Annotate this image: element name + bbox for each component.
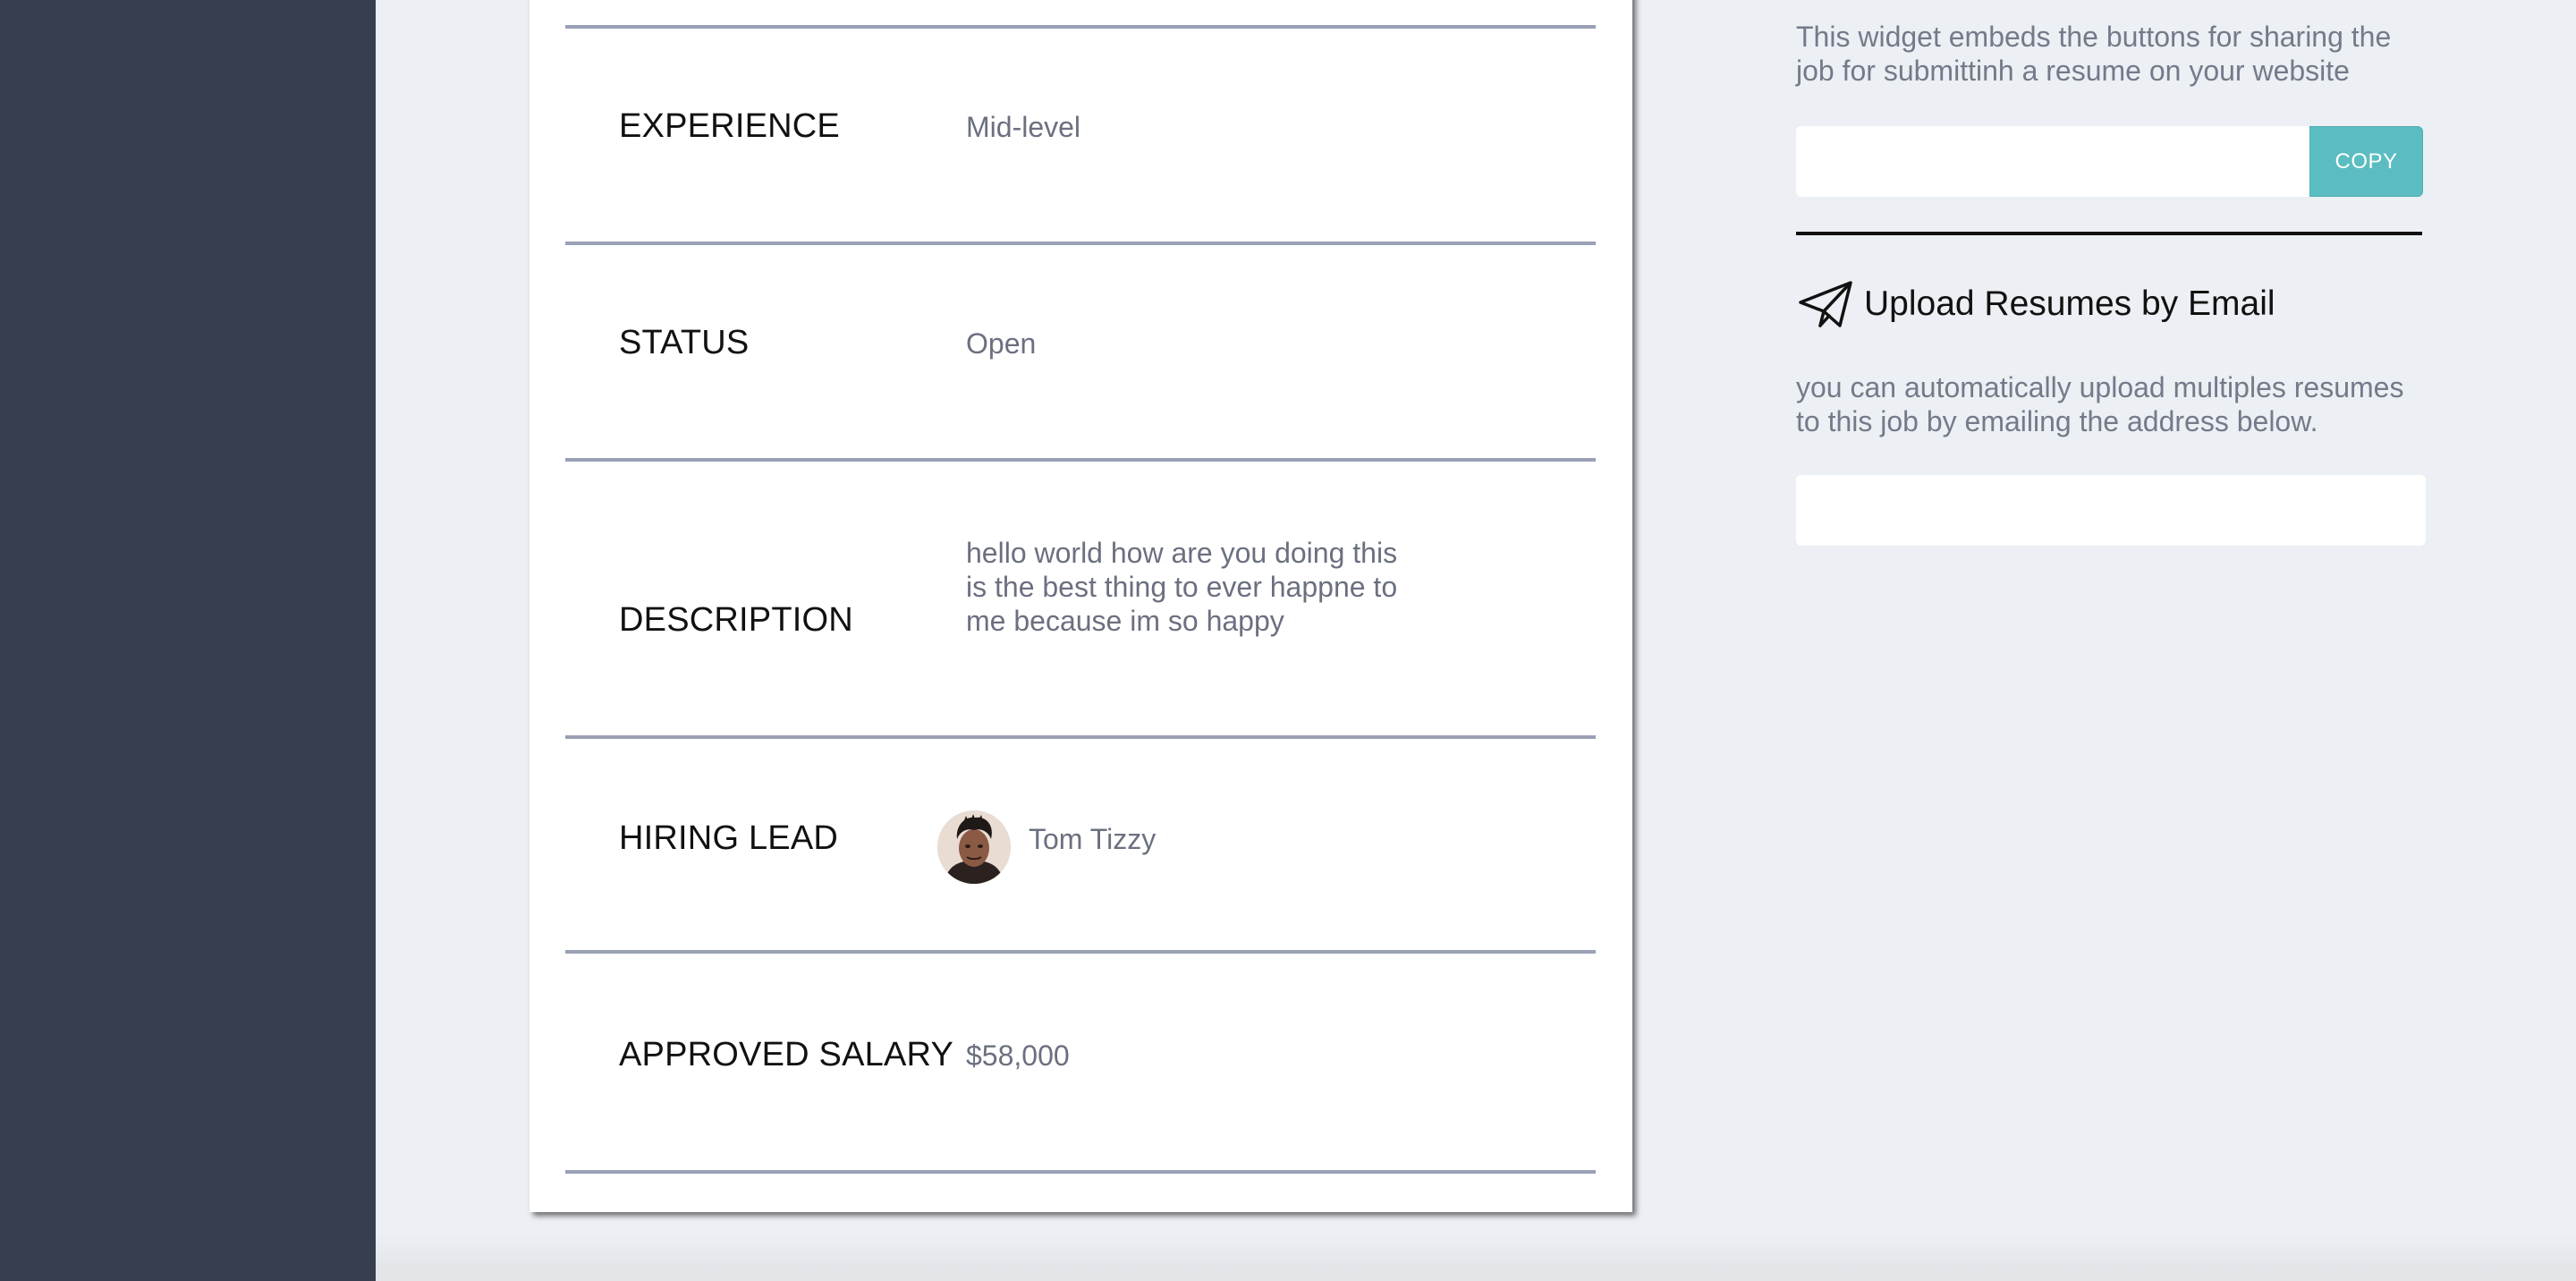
description-value: hello world how are you doing this is th… <box>966 537 1398 637</box>
hiring-lead-avatar[interactable] <box>937 810 1011 884</box>
approved-salary-label: APPROVED SALARY <box>619 1036 954 1073</box>
experience-value: Mid-level <box>966 111 1081 143</box>
section-divider <box>1796 232 2422 235</box>
hiring-lead-name[interactable]: Tom Tizzy <box>1029 823 1156 856</box>
row-divider <box>565 735 1596 739</box>
upload-email-address-field[interactable] <box>1796 475 2426 546</box>
bottom-scroll-fade <box>376 1234 2576 1281</box>
row-divider <box>565 25 1596 29</box>
copy-button[interactable]: COPY <box>2309 126 2423 197</box>
approved-salary-value: $58,000 <box>966 1039 1070 1072</box>
status-value: Open <box>966 327 1037 360</box>
row-divider <box>565 242 1596 245</box>
job-details-card: EXPERIENCE Mid-level STATUS Open DESCRIP… <box>530 0 1632 1212</box>
share-widget-description: This widget embeds the buttons for shari… <box>1796 21 2392 87</box>
row-divider <box>565 1170 1596 1174</box>
row-divider <box>565 458 1596 462</box>
paper-plane-icon <box>1796 279 1855 329</box>
hiring-lead-label: HIRING LEAD <box>619 819 839 857</box>
upload-by-email-description: you can automatically upload multiples r… <box>1796 371 2404 437</box>
experience-label: EXPERIENCE <box>619 107 840 145</box>
upload-by-email-heading: Upload Resumes by Email <box>1796 277 2275 331</box>
status-label: STATUS <box>619 324 750 361</box>
left-sidebar <box>0 0 376 1281</box>
description-label: DESCRIPTION <box>619 601 853 639</box>
upload-by-email-title: Upload Resumes by Email <box>1864 284 2275 323</box>
avatar-image <box>937 810 1011 884</box>
embed-code-input[interactable] <box>1796 126 2309 197</box>
row-divider <box>565 950 1596 954</box>
